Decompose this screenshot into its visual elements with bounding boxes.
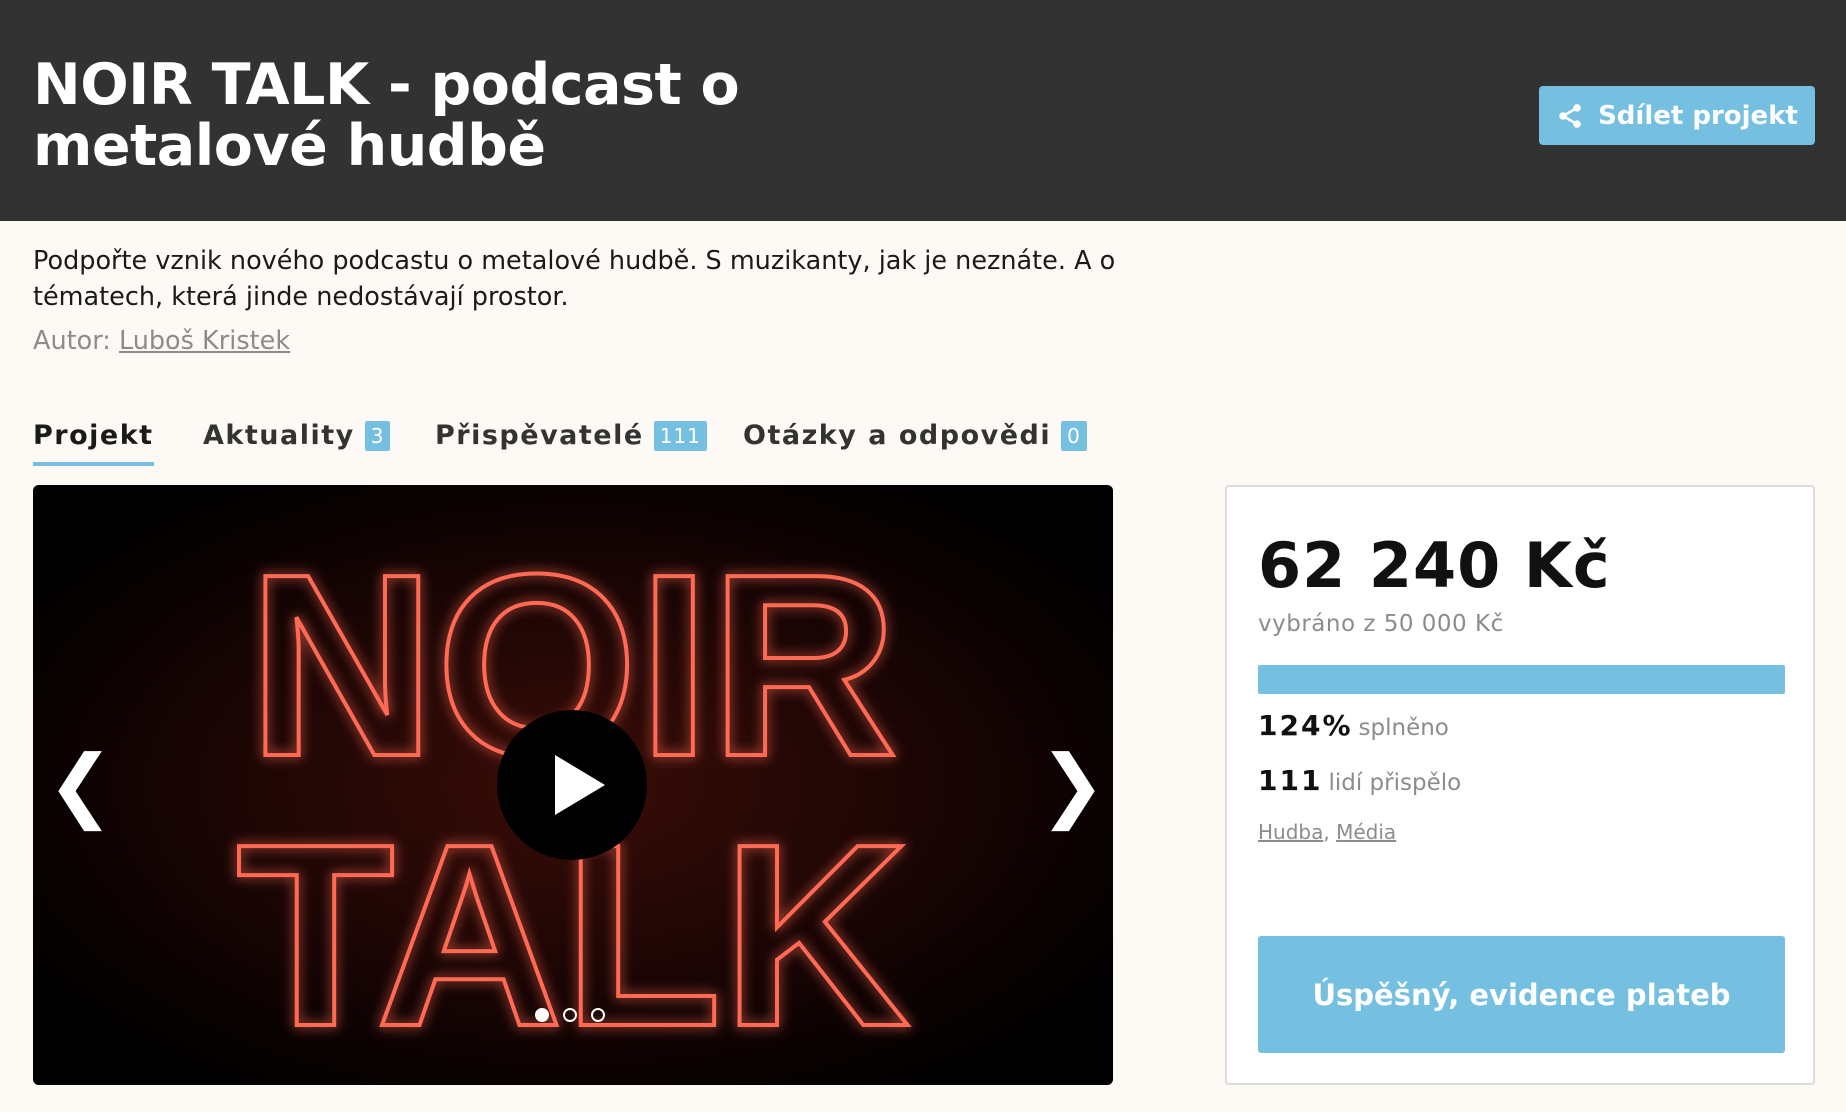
slide-indicators xyxy=(535,1008,605,1022)
count-badge: 0 xyxy=(1061,420,1087,451)
tab-label: Projekt xyxy=(33,420,154,451)
percent-label: splněno xyxy=(1358,715,1449,741)
percent-value: 124% xyxy=(1258,709,1353,742)
percent-stat: 124% splněno xyxy=(1258,709,1449,742)
backers-value: 111 xyxy=(1258,764,1323,797)
tab-label: Otázky a odpovědi xyxy=(743,420,1052,451)
goal-text: vybráno z 50 000 Kč xyxy=(1258,611,1504,637)
tab-projekt[interactable]: Projekt xyxy=(33,420,154,466)
play-icon xyxy=(555,755,605,815)
author-prefix: Autor: xyxy=(33,326,111,356)
share-icon xyxy=(1559,103,1581,128)
category-separator: , xyxy=(1323,820,1330,844)
next-slide-button[interactable]: ❯ xyxy=(1039,740,1106,830)
backers-label: lidí přispělo xyxy=(1328,770,1462,796)
previous-slide-button[interactable]: ❮ xyxy=(47,740,114,830)
project-status-button[interactable]: Úspěšný, evidence plateb xyxy=(1258,936,1785,1053)
tab-prispevatele[interactable]: Přispěvatelé 111 xyxy=(435,420,707,451)
author-link[interactable]: Luboš Kristek xyxy=(119,326,290,356)
media-gallery: NOIR TALK ❮ ❯ xyxy=(33,485,1113,1085)
tab-label: Aktuality xyxy=(203,420,355,451)
tab-aktuality[interactable]: Aktuality 3 xyxy=(203,420,391,451)
share-project-button[interactable]: Sdílet projekt xyxy=(1539,86,1815,145)
page-title: NOIR TALK - podcast o metalové hudbě xyxy=(33,52,740,179)
tab-label: Přispěvatelé xyxy=(435,420,644,451)
tab-otazky[interactable]: Otázky a odpovědi 0 xyxy=(743,420,1087,451)
progress-bar-fill xyxy=(1258,665,1785,694)
category-links: Hudba, Média xyxy=(1258,820,1396,844)
project-description: Podpořte vznik nového podcastu o metalov… xyxy=(33,246,1116,312)
project-header: NOIR TALK - podcast o metalové hudbě Sdí… xyxy=(0,0,1846,221)
funding-panel: 62 240 Kč vybráno z 50 000 Kč 124% splněn… xyxy=(1225,485,1815,1085)
play-video-button[interactable] xyxy=(497,710,647,860)
category-media-link[interactable]: Média xyxy=(1336,820,1396,844)
count-badge: 111 xyxy=(653,420,707,451)
slide-dot-1[interactable] xyxy=(535,1008,549,1022)
slide-dot-2[interactable] xyxy=(563,1008,577,1022)
count-badge: 3 xyxy=(364,420,391,451)
backers-stat: 111 lidí přispělo xyxy=(1258,764,1461,797)
slide-dot-3[interactable] xyxy=(591,1008,605,1022)
category-hudba-link[interactable]: Hudba xyxy=(1258,820,1323,844)
author-line: Autor: Luboš Kristek xyxy=(33,326,290,356)
share-button-label: Sdílet projekt xyxy=(1598,100,1798,131)
raised-amount: 62 240 Kč xyxy=(1258,529,1611,602)
progress-bar xyxy=(1258,665,1785,694)
